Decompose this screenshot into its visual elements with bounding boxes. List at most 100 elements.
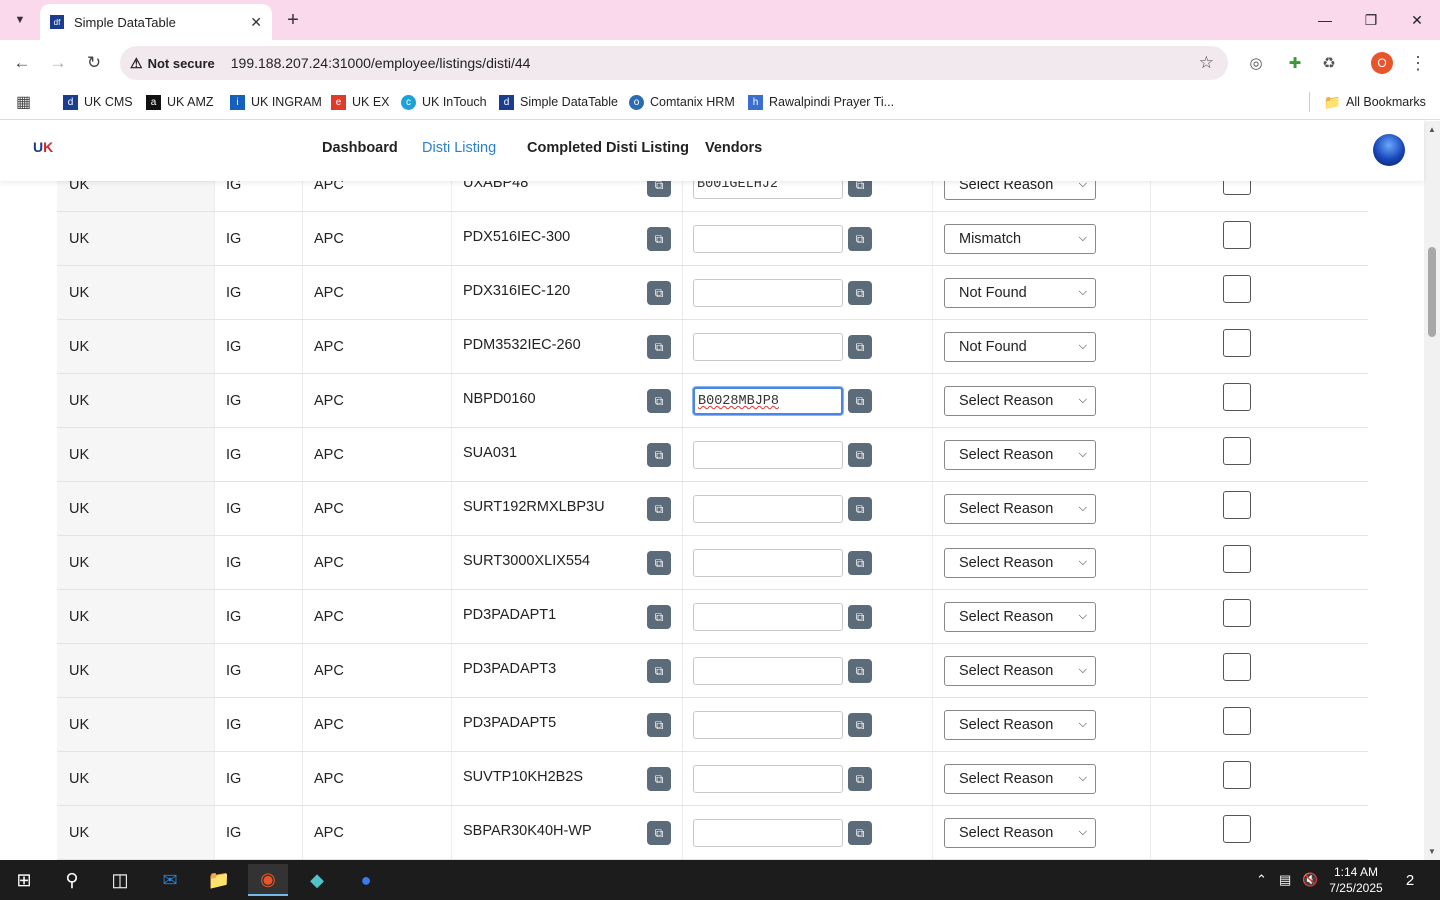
copy-part-icon[interactable]: ⧉ — [647, 551, 671, 575]
file-explorer-icon[interactable]: 📁 — [199, 864, 239, 896]
row-checkbox[interactable] — [1223, 437, 1251, 465]
row-checkbox[interactable] — [1223, 491, 1251, 519]
search-icon[interactable]: ⚲ — [52, 864, 92, 896]
asin-input[interactable] — [693, 765, 843, 793]
app-diamond-icon[interactable]: ◆ — [297, 864, 337, 896]
asin-input[interactable] — [693, 711, 843, 739]
row-checkbox[interactable] — [1223, 181, 1251, 195]
copy-part-icon[interactable]: ⧉ — [647, 389, 671, 413]
reason-select[interactable]: Select Reason ⌵ — [944, 548, 1096, 578]
tray-chevron-icon[interactable]: ⌃ — [1256, 872, 1267, 888]
reason-select[interactable]: Select Reason ⌵ — [944, 494, 1096, 524]
copy-part-icon[interactable]: ⧉ — [647, 605, 671, 629]
address-bar[interactable]: ⚠ Not secure 199.188.207.24:31000/employ… — [120, 46, 1228, 80]
security-chip[interactable]: ⚠ Not secure — [130, 55, 223, 72]
scroll-down-icon[interactable]: ▼ — [1428, 847, 1436, 856]
row-checkbox[interactable] — [1223, 545, 1251, 573]
copy-part-icon[interactable]: ⧉ — [647, 659, 671, 683]
bookmark-uk-intouch[interactable]: c UK InTouch — [401, 92, 487, 112]
reason-select[interactable]: Select Reason ⌵ — [944, 818, 1096, 848]
paste-asin-icon[interactable]: ⧉ — [848, 389, 872, 413]
paste-asin-icon[interactable]: ⧉ — [848, 335, 872, 359]
bookmark-comtanix-hrm[interactable]: o Comtanix HRM — [629, 92, 735, 112]
volume-muted-icon[interactable]: 🔇 — [1302, 872, 1318, 888]
row-checkbox[interactable] — [1223, 815, 1251, 843]
paste-asin-icon[interactable]: ⧉ — [848, 281, 872, 305]
bookmark-uk-cms[interactable]: d UK CMS — [63, 92, 133, 112]
row-checkbox[interactable] — [1223, 221, 1251, 249]
reason-select[interactable]: Select Reason ⌵ — [944, 764, 1096, 794]
paste-asin-icon[interactable]: ⧉ — [848, 443, 872, 467]
forward-icon[interactable]: → — [45, 50, 71, 76]
reason-select[interactable]: Select Reason ⌵ — [944, 386, 1096, 416]
restore-icon[interactable]: ❐ — [1348, 0, 1394, 40]
asin-input[interactable] — [693, 495, 843, 523]
reason-select[interactable]: Select Reason ⌵ — [944, 602, 1096, 632]
scroll-up-icon[interactable]: ▲ — [1428, 125, 1436, 134]
outlook-icon[interactable]: ✉ — [150, 864, 190, 896]
reason-select[interactable]: Not Found ⌵ — [944, 278, 1096, 308]
reason-select[interactable]: Select Reason ⌵ — [944, 440, 1096, 470]
reason-select[interactable]: Select Reason ⌵ — [944, 710, 1096, 740]
nav-dashboard[interactable]: Dashboard — [322, 140, 398, 156]
copy-part-icon[interactable]: ⧉ — [647, 181, 671, 197]
paste-asin-icon[interactable]: ⧉ — [848, 713, 872, 737]
paste-asin-icon[interactable]: ⧉ — [848, 227, 872, 251]
tab-search-icon[interactable]: ▼ — [8, 8, 32, 32]
copy-part-icon[interactable]: ⧉ — [647, 767, 671, 791]
tab-close-icon[interactable]: ✕ — [250, 14, 262, 31]
paste-asin-icon[interactable]: ⧉ — [848, 497, 872, 521]
bookmark-star-icon[interactable]: ☆ — [1199, 53, 1214, 73]
asin-input[interactable] — [693, 549, 843, 577]
copy-part-icon[interactable]: ⧉ — [647, 227, 671, 251]
row-checkbox[interactable] — [1223, 329, 1251, 357]
minimize-icon[interactable]: — — [1302, 0, 1348, 40]
new-tab-button[interactable]: + — [282, 8, 304, 32]
asin-input[interactable] — [693, 225, 843, 253]
paste-asin-icon[interactable]: ⧉ — [848, 659, 872, 683]
chrome-icon[interactable]: ◉ — [248, 864, 288, 896]
asin-input[interactable] — [693, 657, 843, 685]
extensions-puzzle-icon[interactable]: ♻ — [1318, 52, 1340, 74]
copy-part-icon[interactable]: ⧉ — [647, 821, 671, 845]
user-avatar[interactable] — [1373, 134, 1405, 166]
bookmark-uk-ex[interactable]: e UK EX — [331, 92, 390, 112]
translate-icon[interactable]: ◎ — [1245, 52, 1267, 74]
more-menu-icon[interactable]: ⋮ — [1407, 52, 1429, 74]
asin-input[interactable] — [693, 603, 843, 631]
copy-part-icon[interactable]: ⧉ — [647, 713, 671, 737]
extension-green-icon[interactable]: ✚ — [1284, 52, 1306, 74]
row-checkbox[interactable] — [1223, 383, 1251, 411]
paste-asin-icon[interactable]: ⧉ — [848, 821, 872, 845]
bookmark-simple-datatable[interactable]: d Simple DataTable — [499, 92, 618, 112]
profile-avatar[interactable]: O — [1371, 52, 1393, 74]
windows-start-icon[interactable]: ⊞ — [4, 864, 44, 896]
url-text[interactable]: 199.188.207.24:31000/employee/listings/d… — [231, 55, 531, 71]
copy-part-icon[interactable]: ⧉ — [647, 335, 671, 359]
all-bookmarks[interactable]: 📁 All Bookmarks — [1324, 92, 1426, 112]
back-icon[interactable]: ← — [9, 50, 35, 76]
system-clock[interactable]: 1:14 AM 7/25/2025 — [1322, 864, 1390, 896]
reason-select[interactable]: Select Reason ⌵ — [944, 181, 1096, 200]
browser-tab[interactable]: df Simple DataTable ✕ — [40, 4, 272, 40]
asin-input[interactable] — [693, 333, 843, 361]
row-checkbox[interactable] — [1223, 653, 1251, 681]
bookmark-uk-ingram[interactable]: i UK INGRAM — [230, 92, 322, 112]
copy-part-icon[interactable]: ⧉ — [647, 281, 671, 305]
paste-asin-icon[interactable]: ⧉ — [848, 551, 872, 575]
copy-part-icon[interactable]: ⧉ — [647, 443, 671, 467]
nav-completed-disti-listing[interactable]: Completed Disti Listing — [527, 140, 689, 156]
bookmark-rawalpindi-prayer[interactable]: h Rawalpindi Prayer Ti... — [748, 92, 894, 112]
asin-input[interactable] — [693, 819, 843, 847]
window-close-icon[interactable]: ✕ — [1394, 0, 1440, 40]
reason-select[interactable]: Not Found ⌵ — [944, 332, 1096, 362]
network-icon[interactable]: ▤ — [1279, 872, 1291, 888]
paste-asin-icon[interactable]: ⧉ — [848, 605, 872, 629]
nav-disti-listing[interactable]: Disti Listing — [422, 140, 496, 156]
asin-input[interactable] — [693, 279, 843, 307]
row-checkbox[interactable] — [1223, 761, 1251, 789]
apps-grid-icon[interactable]: ▦ — [16, 92, 31, 112]
asin-input[interactable] — [693, 441, 843, 469]
zoom-icon[interactable]: ● — [346, 864, 386, 896]
reload-icon[interactable]: ↻ — [81, 50, 107, 76]
